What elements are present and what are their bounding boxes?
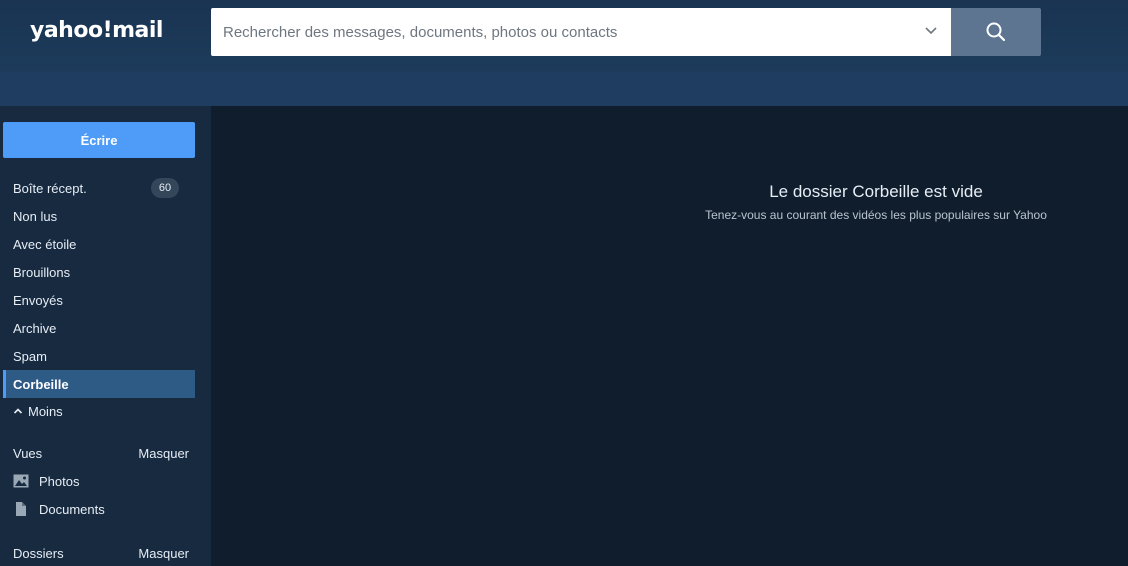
sidebar-item-label: Boîte récept. bbox=[13, 180, 87, 196]
sidebar-item-label: Brouillons bbox=[13, 264, 71, 280]
sidebar-item-label: Non lus bbox=[13, 208, 58, 224]
compose-button[interactable]: Écrire bbox=[3, 122, 195, 158]
unread-count-badge: 60 bbox=[151, 178, 179, 198]
sidebar-item-unread[interactable]: Non lus bbox=[3, 202, 195, 230]
chevron-up-icon bbox=[13, 408, 23, 414]
search-box bbox=[211, 8, 951, 56]
sidebar-item-label: Archive bbox=[13, 320, 57, 336]
empty-folder-title: Le dossier Corbeille est vide bbox=[769, 182, 983, 201]
views-section-header: Vues Masquer bbox=[13, 443, 189, 463]
sidebar-item-label: Photos bbox=[39, 473, 80, 489]
sidebar-item-trash[interactable]: Corbeille bbox=[3, 370, 195, 398]
show-less-label: Moins bbox=[28, 403, 63, 419]
folders-hide-toggle[interactable]: Masquer bbox=[138, 546, 189, 561]
folders-title: Dossiers bbox=[13, 545, 64, 561]
sidebar-item-starred[interactable]: Avec étoile bbox=[3, 230, 195, 258]
document-icon bbox=[16, 502, 26, 516]
sidebar-item-inbox[interactable]: Boîte récept. 60 bbox=[3, 174, 195, 202]
message-list-pane: Le dossier Corbeille est vide Tenez-vous… bbox=[211, 106, 1128, 566]
header-bar: yahoo!mail bbox=[0, 0, 1128, 106]
image-icon bbox=[13, 474, 29, 488]
views-title: Vues bbox=[13, 445, 43, 461]
sidebar-item-photos[interactable]: Photos bbox=[13, 471, 79, 491]
views-hide-toggle[interactable]: Masquer bbox=[138, 446, 189, 461]
sidebar-item-sent[interactable]: Envoyés bbox=[3, 286, 195, 314]
sidebar-item-archive[interactable]: Archive bbox=[3, 314, 195, 342]
sidebar-item-label: Corbeille bbox=[13, 376, 69, 392]
show-less-button[interactable]: Moins bbox=[3, 397, 195, 425]
header-lower-band bbox=[0, 72, 1128, 106]
sidebar-item-drafts[interactable]: Brouillons bbox=[3, 258, 195, 286]
sidebar-item-label: Envoyés bbox=[13, 292, 63, 308]
yahoo-mail-logo[interactable]: yahoo!mail bbox=[30, 18, 163, 43]
magnifier-icon bbox=[986, 22, 1006, 42]
sidebar-item-documents[interactable]: Documents bbox=[13, 499, 105, 519]
sidebar-item-spam[interactable]: Spam bbox=[3, 342, 195, 370]
search-button[interactable] bbox=[951, 8, 1041, 56]
empty-folder-subtitle[interactable]: Tenez-vous au courant des vidéos les plu… bbox=[211, 208, 1128, 222]
folders-section-header: Dossiers Masquer bbox=[13, 543, 189, 563]
sidebar-item-label: Spam bbox=[13, 348, 47, 364]
sidebar-item-label: Avec étoile bbox=[13, 236, 77, 252]
sidebar: Écrire Boîte récept. 60 Non lus Avec éto… bbox=[0, 106, 211, 566]
search-input[interactable] bbox=[211, 9, 901, 55]
sidebar-item-label: Documents bbox=[39, 501, 105, 517]
chevron-down-icon[interactable] bbox=[923, 22, 939, 38]
